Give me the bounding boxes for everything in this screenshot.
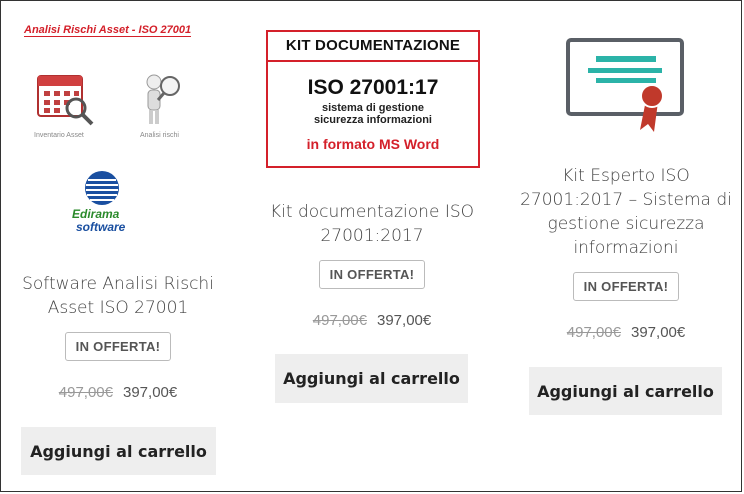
product-title-1[interactable]: Software Analisi Rischi Asset ISO 27001 <box>20 272 216 320</box>
product-title-3[interactable]: Kit Esperto ISO 27001:2017 – Sistema di … <box>516 164 736 260</box>
doc-footer: in formato MS Word <box>306 136 440 152</box>
sale-badge-wrap-1: IN OFFERTA! <box>20 332 216 361</box>
sale-badge: IN OFFERTA! <box>318 260 426 289</box>
logo-line1: Edirama <box>72 207 120 221</box>
old-price: 497,00€ <box>566 324 621 341</box>
product-title-line: gestione sicurezza <box>547 214 705 234</box>
doc-sub1: sistema di gestione <box>321 102 425 114</box>
price-row-1: 497,00€ 397,00€ <box>20 384 216 401</box>
sale-badge-wrap-3: IN OFFERTA! <box>516 272 736 301</box>
icon1-label: Inventario Asset <box>34 132 84 139</box>
add-to-cart-button-1[interactable]: Aggiungi al carrello <box>21 427 216 475</box>
edirama-logo-icon <box>85 171 119 205</box>
product-title-line: 27001:2017 – Sistema di <box>520 190 732 210</box>
calendar-icon <box>37 75 94 126</box>
product-title-line: Asset ISO 27001 <box>47 298 189 318</box>
product-title-line: Kit documentazione ISO <box>270 202 474 222</box>
add-to-cart-button-3[interactable]: Aggiungi al carrello <box>529 367 722 415</box>
image-header: Analisi Rischi Asset - ISO 27001 <box>24 24 192 37</box>
product-image-1[interactable]: Analisi Rischi Asset - ISO 27001 Inventa… <box>20 20 216 245</box>
product-title-line: Kit Esperto ISO <box>562 166 690 186</box>
old-price: 497,00€ <box>312 312 367 329</box>
doc-sub2: sicurezza informazioni <box>314 114 432 126</box>
sale-badge: IN OFFERTA! <box>64 332 172 361</box>
product-title-line: 27001:2017 <box>320 226 424 246</box>
sale-badge: IN OFFERTA! <box>572 272 680 301</box>
sale-badge-wrap-2: IN OFFERTA! <box>262 260 482 289</box>
product-image-2[interactable]: KIT DOCUMENTAZIONE ISO 27001:17 sistema … <box>266 30 480 168</box>
icon2-label: Analisi rischi <box>140 132 179 139</box>
doc-header: KIT DOCUMENTAZIONE <box>268 32 478 62</box>
logo-line2: software <box>76 220 126 234</box>
product-title-line: informazioni <box>573 238 679 258</box>
magnifier-person-icon <box>146 74 180 124</box>
sale-price: 397,00€ <box>631 324 686 341</box>
certificate-icon[interactable] <box>566 38 686 134</box>
sale-price: 397,00€ <box>377 312 432 329</box>
product-title-line: Software Analisi Rischi <box>22 274 214 294</box>
old-price: 497,00€ <box>58 384 113 401</box>
sale-price: 397,00€ <box>123 384 178 401</box>
price-row-2: 497,00€ 397,00€ <box>262 312 482 329</box>
add-to-cart-button-2[interactable]: Aggiungi al carrello <box>275 354 468 403</box>
price-row-3: 497,00€ 397,00€ <box>516 324 736 341</box>
doc-big-title: ISO 27001:17 <box>307 76 439 99</box>
product-title-2[interactable]: Kit documentazione ISO 27001:2017 <box>262 200 482 248</box>
